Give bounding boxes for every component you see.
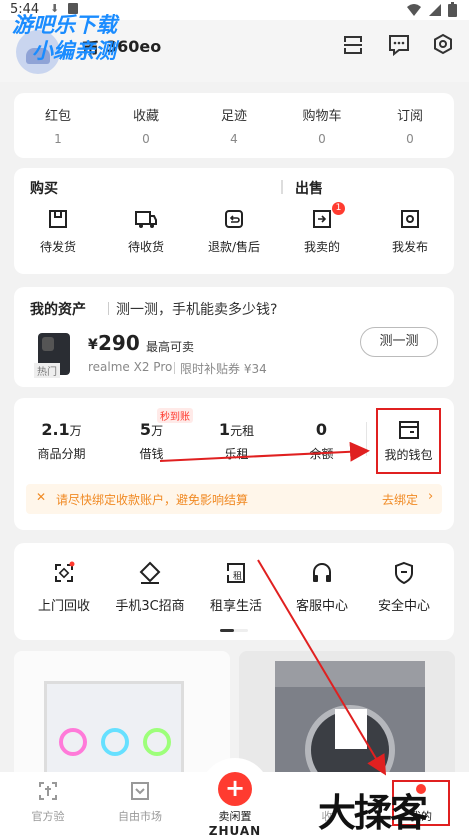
trade-to-receive[interactable]: 待收货: [102, 208, 190, 255]
finance-balance[interactable]: 0 余额: [279, 420, 364, 462]
brand-text: ZHUAN: [208, 824, 262, 838]
corner-watermark: 大揉客: [318, 791, 428, 835]
message-icon[interactable]: [388, 34, 410, 56]
instant-tag: 秒到账: [157, 408, 193, 423]
buy-title: 购买: [30, 181, 58, 197]
watermark-logo: 游吧乐下载 小编亲测: [12, 13, 117, 63]
finance-installment[interactable]: 2.1万 商品分期: [14, 420, 109, 462]
scan-icon[interactable]: [342, 34, 364, 56]
wifi-icon: [407, 4, 421, 16]
merchant-icon: [139, 561, 161, 584]
sold-icon: [313, 210, 331, 228]
headset-icon: [313, 563, 331, 582]
services-card: 上门回收 手机3C招商 租 租享生活 客服中心 安全中心: [14, 543, 454, 640]
bind-account-notice[interactable]: ✕ 请尽快绑定收款账户，避免影响结算 去绑定 ›: [26, 484, 442, 514]
chevron-right-icon: ›: [428, 489, 434, 504]
finance-loan[interactable]: 秒到账 5万 借钱: [109, 408, 194, 462]
nav-free-market[interactable]: 自由市场: [108, 780, 172, 824]
notice-text: 请尽快绑定收款账户，避免影响结算: [56, 493, 249, 507]
divider: [108, 302, 109, 315]
divider: [281, 180, 283, 194]
bind-link[interactable]: 去绑定: [382, 491, 418, 508]
trade-card: 购买 出售 待发货 待收货 退款/售后 1 我卖的 我发布: [14, 168, 454, 274]
publish-icon: [401, 210, 419, 228]
recycle-icon: [55, 561, 75, 582]
trade-my-published[interactable]: 我发布: [366, 208, 454, 255]
stat-footprints[interactable]: 足迹 4: [190, 105, 278, 146]
service-recycle[interactable]: 上门回收: [14, 561, 114, 614]
finance-card: 2.1万 商品分期 秒到账 5万 借钱 1元租 乐租 0 余额 我的钱包 ✕ 请…: [14, 398, 454, 530]
sell-plus-button[interactable]: +: [218, 772, 252, 806]
settings-icon[interactable]: [432, 33, 454, 57]
nav-official-check[interactable]: 官方验: [18, 780, 78, 824]
close-icon[interactable]: ✕: [36, 490, 46, 504]
divider: [174, 362, 175, 374]
page-indicator: [220, 629, 248, 632]
svg-text:租: 租: [233, 571, 242, 582]
service-merchant[interactable]: 手机3C招商: [100, 561, 200, 614]
trade-to-ship[interactable]: 待发货: [14, 208, 102, 255]
check-frame-icon: [39, 782, 57, 800]
assets-card: 我的资产 测一测，手机能卖多少钱? 热门 ¥ 290 最高可卖 realme X…: [14, 287, 454, 387]
sold-badge: 1: [332, 202, 345, 215]
battery-icon: [448, 2, 457, 17]
wallet-icon: [398, 421, 419, 439]
assets-subtitle: 测一测，手机能卖多少钱?: [116, 302, 278, 318]
sell-title: 出售: [295, 181, 323, 197]
estimate-button[interactable]: 测一测: [360, 327, 438, 357]
signal-icon: [429, 4, 441, 16]
hot-tag: 热门: [34, 363, 60, 378]
stats-card: 红包 1 收藏 0 足迹 4 购物车 0 订阅 0: [14, 93, 454, 158]
stat-subscriptions[interactable]: 订阅 0: [366, 105, 454, 146]
market-icon: [131, 782, 149, 800]
assets-title: 我的资产: [30, 302, 86, 318]
service-rent[interactable]: 租 租享生活: [186, 561, 286, 614]
price-symbol: ¥: [88, 337, 98, 353]
divider: [366, 422, 367, 456]
stat-cart[interactable]: 购物车 0: [278, 105, 366, 146]
trade-refund[interactable]: 退款/售后: [190, 208, 278, 255]
nav-sell-label[interactable]: 卖闲置: [210, 808, 260, 824]
my-wallet-button[interactable]: 我的钱包: [376, 408, 441, 474]
truck-icon: [135, 211, 157, 228]
stat-favorites[interactable]: 收藏 0: [102, 105, 190, 146]
stat-red-packet[interactable]: 红包 1: [14, 105, 102, 146]
price-note: 最高可卖: [146, 340, 195, 354]
box-icon: [49, 210, 67, 228]
rent-icon: 租: [227, 563, 245, 583]
trade-my-sold[interactable]: 1 我卖的: [278, 202, 366, 255]
finance-rent[interactable]: 1元租 乐租: [194, 420, 279, 462]
shield-icon: [395, 561, 413, 585]
refund-icon: [225, 210, 243, 228]
estimated-price: 290: [98, 331, 140, 355]
phone-model: realme X2 Pro: [88, 360, 173, 374]
service-security[interactable]: 安全中心: [354, 561, 454, 614]
coupon-text: 限时补贴券 ¥34: [180, 362, 267, 376]
